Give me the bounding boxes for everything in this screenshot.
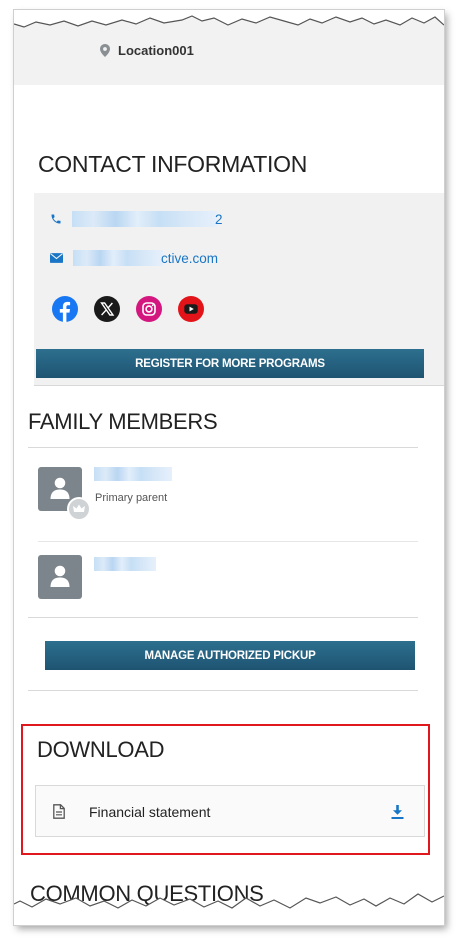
torn-edge-bottom — [14, 893, 444, 925]
phone-row[interactable]: 2 — [50, 211, 223, 227]
member-name-redacted — [94, 557, 156, 571]
financial-statement-download[interactable]: Financial statement — [35, 785, 425, 837]
member-name-redacted — [94, 467, 172, 481]
location-name: Location001 — [118, 43, 194, 58]
contact-information-heading: CONTACT INFORMATION — [38, 151, 308, 177]
youtube-icon[interactable] — [178, 296, 204, 322]
location-pin-icon — [100, 44, 110, 57]
email-redacted — [73, 250, 163, 266]
user-silhouette-icon — [50, 565, 70, 587]
primary-parent-crown-icon — [67, 497, 91, 521]
manage-authorized-pickup-button[interactable]: MANAGE AUTHORIZED PICKUP — [45, 641, 415, 670]
torn-edge-top — [14, 10, 444, 28]
download-heading: DOWNLOAD — [37, 737, 165, 762]
x-twitter-icon[interactable] — [94, 296, 120, 322]
family-divider-bottom — [28, 690, 418, 691]
social-links — [52, 296, 204, 322]
member-role: Primary parent — [95, 492, 168, 504]
phone-redacted — [72, 211, 217, 227]
member-separator — [38, 541, 418, 542]
family-members-heading: FAMILY MEMBERS — [28, 409, 218, 434]
document-icon — [53, 804, 65, 819]
email-row[interactable]: ctive.com — [50, 250, 218, 266]
contact-info-panel: 2 ctive.com REGISTER FOR MORE PROGRAMS — [34, 193, 444, 386]
email-icon — [50, 253, 63, 263]
user-silhouette-icon — [50, 477, 70, 499]
instagram-icon[interactable] — [136, 296, 162, 322]
family-divider-mid — [28, 617, 418, 618]
email-address-tail: ctive.com — [161, 250, 219, 266]
facebook-icon[interactable] — [52, 296, 78, 322]
phone-icon — [51, 214, 61, 224]
family-divider-top — [28, 447, 418, 448]
phone-number-tail: 2 — [215, 211, 223, 227]
family-member-1[interactable]: Primary parent — [38, 467, 378, 521]
download-item-label: Financial statement — [89, 804, 211, 820]
register-more-programs-button[interactable]: REGISTER FOR MORE PROGRAMS — [36, 349, 424, 378]
avatar — [38, 555, 82, 599]
family-member-2[interactable] — [38, 555, 378, 599]
page-frame: Location001 CONTACT INFORMATION 2 ctive.… — [14, 10, 444, 925]
download-arrow-icon[interactable] — [391, 805, 404, 819]
location-row: Location001 — [100, 43, 194, 58]
